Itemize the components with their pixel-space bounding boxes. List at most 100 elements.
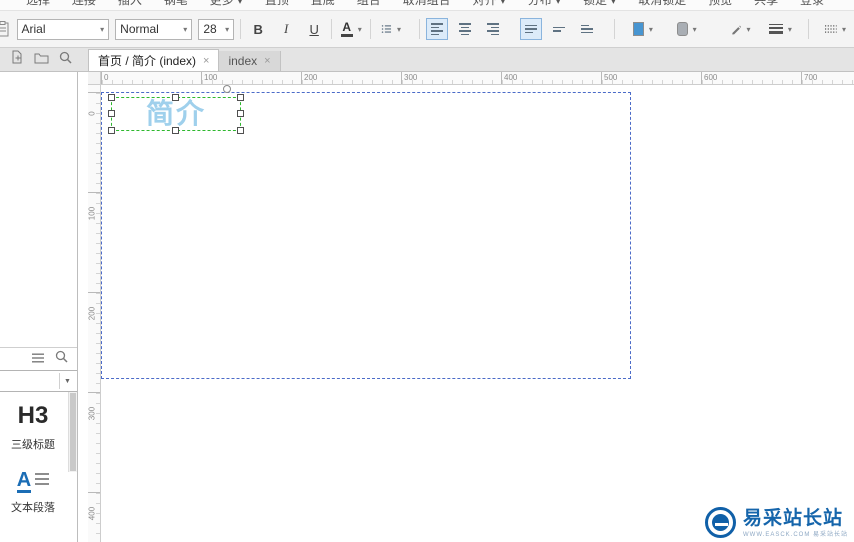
ruler-tick-label: 100: [201, 72, 301, 84]
bullet-list-button[interactable]: ▾: [377, 18, 405, 40]
design-canvas[interactable]: 简介 易采站长站 WWW.EASCK.COM 易采站长站: [101, 85, 854, 542]
page-tab[interactable]: 首页 / 简介 (index) ×: [88, 49, 220, 71]
widget-text: 简介: [145, 98, 206, 129]
line-width-icon: [768, 24, 783, 34]
opacity-button[interactable]: ▾: [673, 18, 701, 40]
italic-button[interactable]: I: [275, 18, 297, 40]
font-size-select[interactable]: 28 ▾: [198, 18, 235, 40]
selection-handle[interactable]: [108, 94, 115, 101]
paragraph-preview-icon: A: [16, 468, 50, 493]
selection-handle[interactable]: [237, 127, 244, 134]
menu-item[interactable]: 钢笔: [164, 0, 188, 8]
canvas-area: 0 100 200 300 400 500 600 700 0 100 200 300 400 简介: [88, 72, 854, 542]
scrollbar-thumb[interactable]: [70, 393, 76, 471]
menu-bar: 选择 连接 插入 钢笔 更多 ▾ 置顶 置底 组合 取消组合 对齐 ▾ 分布 ▾ 锁定 ▾ 取消锁定 预览…: [0, 0, 854, 10]
search-icon: [55, 350, 68, 363]
ruler-row: 0 100 200 300 400 500 600 700: [88, 72, 854, 85]
separator: [614, 19, 616, 39]
menu-item[interactable]: 更多 ▾: [210, 0, 243, 8]
tab-label: index: [228, 54, 258, 68]
underline-label: U: [309, 21, 319, 37]
font-family-select[interactable]: Arial ▾: [16, 18, 110, 40]
library-item-label: 文本段落: [11, 502, 55, 514]
align-center-button[interactable]: [454, 18, 476, 40]
align-right-button[interactable]: [482, 18, 504, 40]
ruler-tick-cell: 300: [88, 392, 100, 492]
library-item-label: 三级标题: [11, 439, 55, 451]
main-area: ▼ H3 三级标题 A 文本段落 0 100 200 300 400 500 6…: [0, 72, 854, 542]
selection-handle[interactable]: [108, 127, 115, 134]
library-select[interactable]: ▼: [0, 370, 77, 392]
underline-button[interactable]: U: [303, 18, 325, 40]
font-color-letter: A: [342, 19, 352, 34]
add-page-button[interactable]: [10, 50, 24, 69]
selection-handle[interactable]: [237, 94, 244, 101]
search-pages-button[interactable]: [59, 51, 72, 69]
ruler-tick-label: 400: [501, 72, 601, 84]
align-left-icon: [431, 23, 444, 35]
bold-label: B: [253, 21, 263, 37]
menu-item[interactable]: 对齐 ▾: [473, 0, 506, 8]
fill-color-button[interactable]: ▾: [629, 18, 657, 40]
paragraph-style-value: Normal: [120, 22, 159, 36]
library-item-h3[interactable]: H3 三级标题: [0, 402, 66, 452]
menu-item[interactable]: 预览: [708, 0, 732, 8]
paste-button[interactable]: [0, 16, 11, 42]
library-menu-button[interactable]: [32, 350, 44, 368]
border-style-button[interactable]: ▾: [821, 18, 850, 40]
pages-tree[interactable]: [0, 72, 77, 348]
caret-down-icon: ▾: [692, 24, 697, 34]
selection-handle[interactable]: [172, 94, 179, 101]
library-scrollbar[interactable]: [68, 392, 77, 472]
selection-handle[interactable]: [237, 110, 244, 117]
library-search-button[interactable]: [55, 350, 68, 368]
menu-item[interactable]: 置底: [311, 0, 335, 8]
menu-item[interactable]: 分布 ▾: [528, 0, 561, 8]
page-tab[interactable]: index ×: [219, 51, 281, 71]
valign-middle-button[interactable]: [548, 18, 570, 40]
menu-item[interactable]: 置顶: [265, 0, 289, 8]
tab-close-icon[interactable]: ×: [203, 55, 209, 67]
horizontal-ruler[interactable]: 0 100 200 300 400 500 600 700: [101, 72, 854, 85]
vertical-ruler[interactable]: 0 100 200 300 400: [88, 85, 101, 542]
menu-item[interactable]: 连接: [72, 0, 96, 8]
widget-library-list: H3 三级标题 A 文本段落: [0, 392, 77, 542]
selection-handle[interactable]: [108, 110, 115, 117]
axure-app: 选择 连接 插入 钢笔 更多 ▾ 置顶 置底 组合 取消组合 对齐 ▾ 分布 ▾ 锁定 ▾ 取消锁定 预览…: [0, 0, 854, 542]
selection-handle[interactable]: [172, 127, 179, 134]
watermark-subtitle: WWW.EASCK.COM 易采站长站: [743, 531, 848, 538]
font-color-button[interactable]: A ▾: [338, 18, 364, 40]
align-left-button[interactable]: [426, 18, 449, 40]
selected-heading-widget[interactable]: 简介: [108, 85, 244, 134]
tab-close-icon[interactable]: ×: [264, 55, 270, 67]
library-item-paragraph[interactable]: A 文本段落: [0, 468, 66, 515]
add-folder-button[interactable]: [34, 51, 49, 69]
canvas-row: 0 100 200 300 400 简介 易采站长站 WWW.EASCK.COM…: [88, 85, 854, 542]
clipboard-icon: [0, 21, 9, 37]
line-width-button[interactable]: ▾: [766, 18, 794, 40]
bold-button[interactable]: B: [247, 18, 269, 40]
menu-item[interactable]: 取消锁定: [638, 0, 686, 8]
add-page-icon: [12, 50, 22, 64]
valign-top-button[interactable]: [520, 18, 543, 40]
menu-item[interactable]: 登录: [800, 0, 824, 8]
menu-item[interactable]: 锁定 ▾: [583, 0, 616, 8]
ruler-corner: [88, 72, 101, 85]
menu-item[interactable]: 选择: [26, 0, 50, 8]
tab-bar: 首页 / 简介 (index) × index ×: [0, 48, 854, 72]
tab-label: 首页 / 简介 (index): [98, 54, 197, 68]
menu-item[interactable]: 插入: [118, 0, 142, 8]
line-color-button[interactable]: ▾: [727, 18, 755, 40]
menu-item[interactable]: 共享: [754, 0, 778, 8]
paragraph-style-select[interactable]: Normal ▾: [115, 18, 193, 40]
caret-down-icon: ▾: [746, 24, 751, 34]
logo-slot: [715, 523, 728, 526]
page-tabs: 首页 / 简介 (index) × index ×: [88, 48, 281, 71]
menu-item[interactable]: 取消组合: [403, 0, 451, 8]
align-center-icon: [459, 23, 472, 35]
menu-item[interactable]: 组合: [357, 0, 381, 8]
ruler-tick-cell: 400: [88, 492, 100, 542]
caret-down-icon: ▾: [357, 24, 362, 34]
rotate-handle-icon[interactable]: [223, 85, 231, 93]
valign-bottom-button[interactable]: [576, 18, 598, 40]
